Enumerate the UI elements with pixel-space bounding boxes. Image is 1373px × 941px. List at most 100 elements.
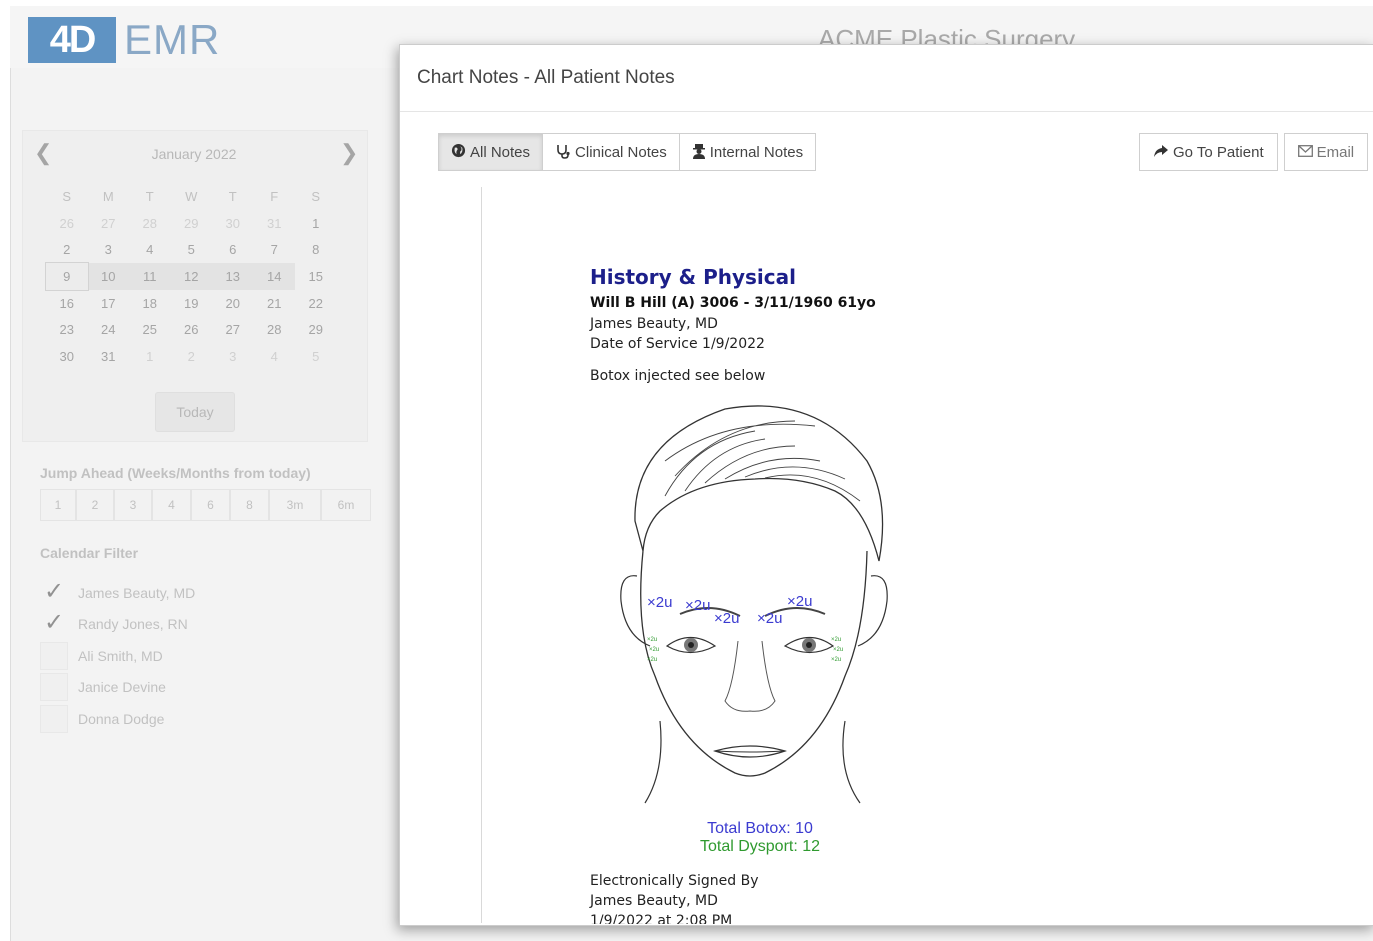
jump-ahead-group: 1 2 3 4 6 8 3m 6m	[40, 489, 371, 521]
calendar-day[interactable]: 25	[129, 316, 171, 343]
calendar-filter-label: Calendar Filter	[40, 545, 139, 561]
calendar-day[interactable]: 7	[254, 236, 296, 263]
injection-label: ×2u	[787, 593, 812, 610]
calendar-day[interactable]: 1	[295, 210, 337, 237]
calendar-week: 23 24 25 26 27 28 29	[46, 316, 337, 343]
calendar-day[interactable]: 12	[170, 263, 212, 290]
jump-ahead-label: Jump Ahead (Weeks/Months from today)	[40, 465, 311, 481]
svg-text:×2u: ×2u	[831, 657, 841, 663]
calendar-day[interactable]: 30	[212, 210, 254, 237]
calendar-day[interactable]: 1	[129, 343, 171, 370]
chart-notes-modal: Chart Notes - All Patient Notes All Note…	[399, 44, 1373, 926]
calendar-day[interactable]: 30	[46, 343, 88, 370]
calendar-day[interactable]: 2	[171, 343, 213, 370]
calendar-week: 16 17 18 19 20 21 22	[46, 290, 337, 317]
calendar-day[interactable]: 3	[212, 343, 254, 370]
note-date-of-service: Date of Service 1/9/2022	[590, 336, 765, 352]
tab-label: Clinical Notes	[575, 143, 667, 161]
calendar-day[interactable]: 31	[88, 343, 130, 370]
weekday-header: M	[102, 188, 114, 204]
filter-item-label: Janice Devine	[78, 679, 166, 696]
calendar-day[interactable]: 14	[253, 263, 295, 290]
filter-item-label: Ali Smith, MD	[78, 647, 163, 664]
filter-item-label: Donna Dodge	[78, 710, 165, 727]
checkbox[interactable]	[40, 641, 68, 670]
jump-button[interactable]: 8	[230, 489, 269, 521]
calendar-day[interactable]: 29	[295, 316, 337, 343]
calendar-day[interactable]: 5	[295, 343, 337, 370]
app-logo-mark: 4D	[28, 17, 116, 63]
calendar-day[interactable]: 26	[46, 210, 88, 237]
checkmark-icon[interactable]: ✓	[40, 610, 68, 638]
calendar-day[interactable]: 27	[212, 316, 254, 343]
jump-button[interactable]: 3m	[269, 489, 321, 521]
calendar-day[interactable]: 31	[254, 210, 296, 237]
calendar-day[interactable]: 2	[46, 236, 88, 263]
calendar-day[interactable]: 27	[88, 210, 130, 237]
today-button[interactable]: Today	[155, 392, 235, 432]
calendar-day[interactable]: 16	[46, 290, 88, 317]
injection-label: ×2u	[714, 610, 739, 627]
calendar-day[interactable]: 21	[254, 290, 296, 317]
calendar-day[interactable]: 8	[295, 236, 337, 263]
email-button[interactable]: Email	[1283, 133, 1369, 171]
face-injection-diagram: ×2u ×2u ×2u ×2u ×2u ×2u×2u×2u ×2u×2u×2u	[620, 405, 888, 804]
jump-button[interactable]: 6m	[321, 489, 371, 521]
filter-item[interactable]: ✓ Randy Jones, RN	[40, 609, 195, 641]
calendar-day[interactable]: 3	[88, 236, 130, 263]
jump-button[interactable]: 6	[191, 489, 230, 521]
calendar-grid: S M T W T F S 26 27 28 29 30 31 1 2 3 4 …	[45, 183, 337, 370]
checkbox[interactable]	[40, 704, 68, 733]
calendar-day[interactable]: 28	[254, 316, 296, 343]
calendar-week: 30 31 1 2 3 4 5	[46, 343, 337, 370]
calendar-day[interactable]: 18	[129, 290, 171, 317]
calendar-day[interactable]: 4	[129, 236, 171, 263]
app-logo-text: EMR	[124, 16, 221, 63]
go-to-patient-button[interactable]: Go To Patient	[1139, 133, 1278, 171]
calendar-day[interactable]: 23	[46, 316, 88, 343]
jump-button[interactable]: 2	[76, 489, 114, 521]
note-provider: James Beauty, MD	[590, 316, 718, 332]
tab-clinical-notes[interactable]: Clinical Notes	[542, 133, 680, 171]
calendar-day[interactable]: 10	[87, 263, 129, 290]
filter-item[interactable]: Ali Smith, MD	[40, 640, 195, 672]
signed-by-name: James Beauty, MD	[590, 893, 718, 909]
checkmark-icon[interactable]: ✓	[40, 579, 68, 607]
jump-button[interactable]: 4	[152, 489, 191, 521]
calendar-week: 2 3 4 5 6 7 8	[46, 236, 337, 263]
jump-button[interactable]: 3	[114, 489, 152, 521]
note-patient-line: Will B Hill (A) 3006 - 3/11/1960 61yo	[590, 295, 876, 311]
calendar-day[interactable]: 26	[171, 316, 213, 343]
note-actions: Go To Patient Email	[1139, 133, 1369, 171]
calendar-day[interactable]: 11	[129, 263, 171, 290]
svg-text:×2u: ×2u	[831, 637, 841, 643]
calendar-day[interactable]: 13	[212, 263, 254, 290]
calendar-day[interactable]: 19	[171, 290, 213, 317]
calendar-day[interactable]: 17	[88, 290, 130, 317]
modal-title: Chart Notes - All Patient Notes	[417, 67, 675, 88]
stethoscope-icon	[555, 143, 571, 162]
injection-label: ×2u	[757, 610, 782, 627]
tab-all-notes[interactable]: All Notes	[438, 133, 544, 171]
calendar-day[interactable]: 28	[129, 210, 171, 237]
svg-text:×2u: ×2u	[833, 647, 843, 653]
calendar-day[interactable]: 6	[212, 236, 254, 263]
button-label: Go To Patient	[1173, 143, 1264, 161]
filter-item[interactable]: ✓ James Beauty, MD	[40, 577, 195, 609]
calendar-day[interactable]: 24	[88, 316, 130, 343]
jump-button[interactable]: 1	[40, 489, 76, 521]
note-margin-rule	[481, 187, 482, 923]
tab-label: Internal Notes	[709, 143, 804, 161]
calendar-day[interactable]: 15	[295, 263, 337, 290]
tab-internal-notes[interactable]: Internal Notes	[678, 133, 817, 171]
calendar-day[interactable]: 22	[295, 290, 337, 317]
filter-item[interactable]: Janice Devine	[40, 672, 195, 704]
calendar-day[interactable]: 4	[254, 343, 296, 370]
checkbox[interactable]	[40, 673, 68, 702]
calendar-day[interactable]: 29	[171, 210, 213, 237]
calendar-day[interactable]: 20	[212, 290, 254, 317]
calendar-day[interactable]: 5	[171, 236, 213, 263]
calendar-day-selected[interactable]: 9	[45, 262, 89, 291]
filter-item[interactable]: Donna Dodge	[40, 703, 195, 735]
user-secret-icon	[692, 143, 706, 162]
